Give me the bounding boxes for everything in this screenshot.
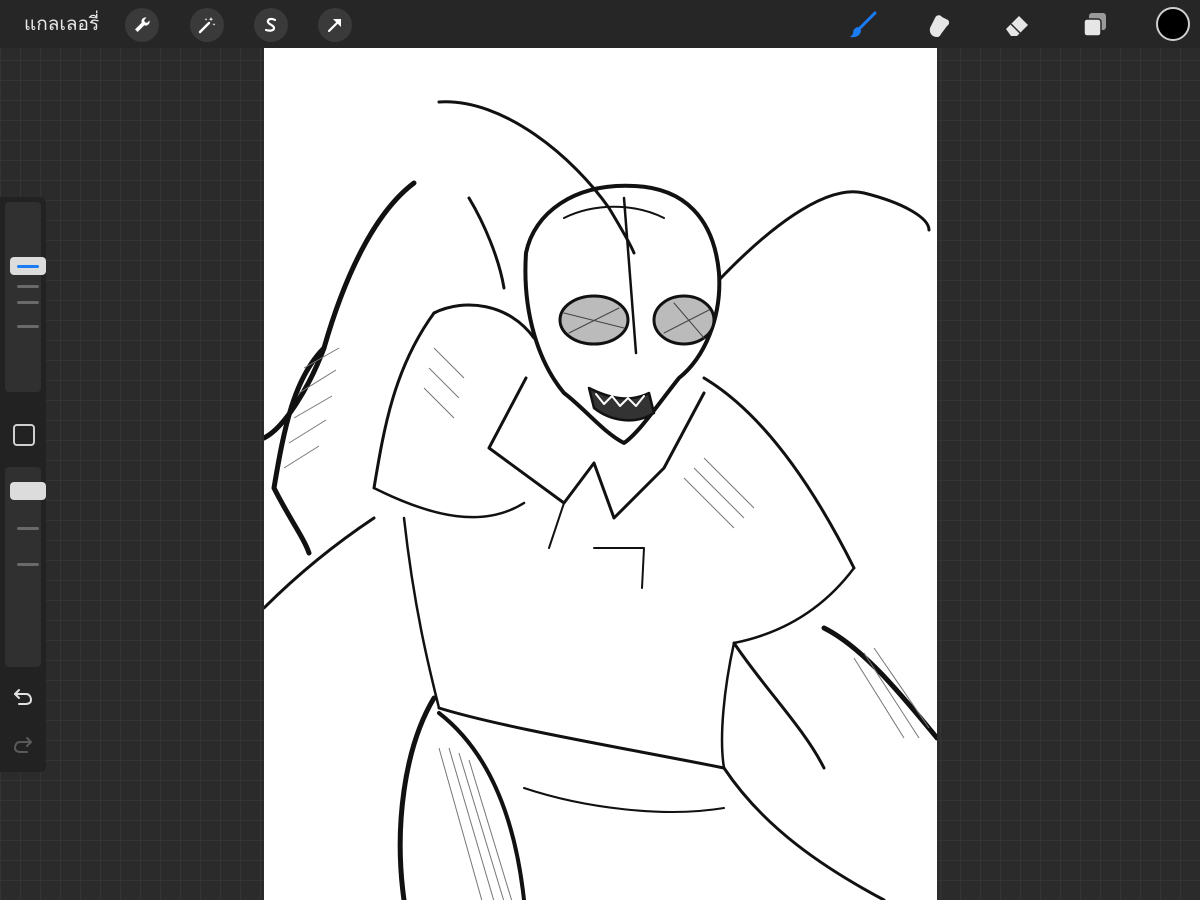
left-sidebar xyxy=(0,197,46,772)
slider-tick xyxy=(17,527,39,530)
brush-size-handle[interactable] xyxy=(10,257,46,275)
opacity-handle[interactable] xyxy=(10,482,46,500)
gallery-button[interactable]: แกลเลอรี่ xyxy=(24,10,99,38)
opacity-slider[interactable] xyxy=(5,467,46,667)
transform-button[interactable] xyxy=(318,8,352,42)
redo-icon[interactable] xyxy=(11,733,35,757)
arrow-icon xyxy=(327,18,342,33)
eraser-icon xyxy=(1006,16,1028,36)
slider-tick xyxy=(17,325,39,328)
selection-s-icon xyxy=(264,17,277,32)
undo-icon[interactable] xyxy=(11,685,35,709)
brush-size-slider[interactable] xyxy=(5,202,46,392)
slider-tick xyxy=(17,285,39,288)
slider-tick xyxy=(17,301,39,304)
magic-wand-icon xyxy=(198,17,216,34)
selection-button[interactable] xyxy=(254,8,288,42)
sketch-illustration xyxy=(264,100,937,900)
layers-button[interactable] xyxy=(1078,8,1112,42)
layers-icon xyxy=(1083,13,1106,37)
wrench-icon xyxy=(135,17,150,32)
slider-tick xyxy=(17,563,39,566)
smudge-icon xyxy=(929,15,950,37)
actions-button[interactable] xyxy=(125,8,159,42)
brush-tool-button[interactable] xyxy=(846,8,880,42)
smudge-tool-button[interactable] xyxy=(922,8,956,42)
adjustments-button[interactable] xyxy=(190,8,224,42)
modifier-square-icon[interactable] xyxy=(13,424,35,446)
drawing-canvas[interactable] xyxy=(264,48,937,900)
color-picker-swatch[interactable] xyxy=(1156,7,1190,41)
eraser-tool-button[interactable] xyxy=(1000,8,1034,42)
brush-icon xyxy=(850,11,877,38)
top-toolbar: แกลเลอรี่ xyxy=(0,0,1200,48)
